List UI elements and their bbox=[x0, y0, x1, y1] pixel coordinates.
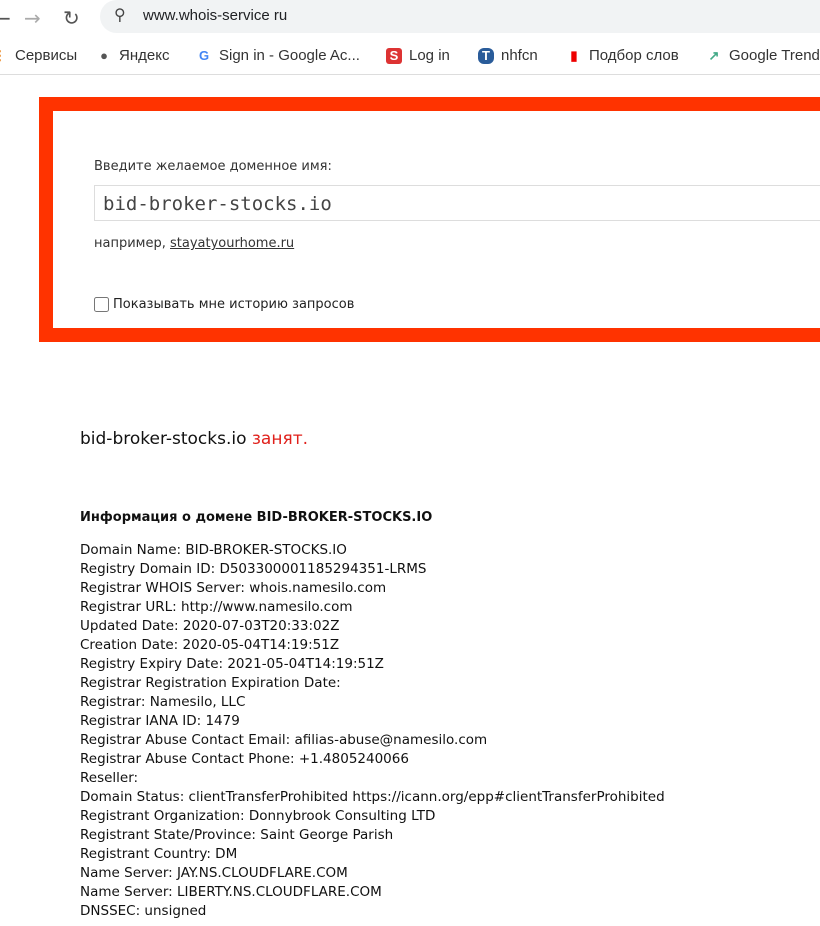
forward-icon[interactable]: → bbox=[24, 6, 41, 30]
address-bar[interactable]: ⚲ www.whois-service ru bbox=[100, 0, 820, 33]
whois-line: Domain Status: clientTransferProhibited … bbox=[80, 789, 665, 805]
whois-line: Creation Date: 2020-05-04T14:19:51Z bbox=[80, 637, 340, 653]
whois-line: Registrant Country: DM bbox=[80, 846, 238, 862]
search-icon: ⚲ bbox=[114, 5, 126, 24]
whois-record: Domain Name: BID-BROKER-STOCKS.IO Registr… bbox=[80, 541, 665, 921]
bookmark-google-trends[interactable]: ↗ Google Trends bbox=[706, 47, 820, 64]
whois-line: Updated Date: 2020-07-03T20:33:02Z bbox=[80, 618, 340, 634]
search-form: Введите желаемое доменное имя: bid-broke… bbox=[39, 97, 820, 342]
site-icon: S bbox=[386, 47, 402, 64]
whois-line: Registrar Abuse Contact Email: afilias-a… bbox=[80, 732, 488, 748]
example-link[interactable]: stayatyourhome.ru bbox=[170, 236, 294, 251]
bookmark-login[interactable]: S Log in bbox=[386, 47, 450, 64]
whois-line: Registry Expiry Date: 2021-05-04T14:19:5… bbox=[80, 656, 384, 672]
whois-line: Registrant State/Province: Saint George … bbox=[80, 827, 394, 843]
whois-line: Registry Domain ID: D503300001185294351-… bbox=[80, 561, 427, 577]
domain-label: Введите желаемое доменное имя: bbox=[94, 159, 332, 174]
whois-line: Registrar Abuse Contact Phone: +1.480524… bbox=[80, 751, 409, 767]
bookmarks-bar: ⋮ Сервисы ● Яндекс G Sign in - Google Ac...… bbox=[0, 38, 820, 75]
status-badge: занят. bbox=[251, 429, 308, 449]
apps-icon: ⋮ bbox=[0, 47, 7, 63]
whois-line: Name Server: JAY.NS.CLOUDFLARE.COM bbox=[80, 865, 348, 881]
history-checkbox[interactable] bbox=[94, 297, 109, 312]
google-icon: G bbox=[198, 47, 210, 63]
bookmark-google-signin[interactable]: G Sign in - Google Ac... bbox=[196, 47, 360, 64]
shield-icon: T bbox=[478, 47, 494, 64]
whois-line: Registrar: Namesilo, LLC bbox=[80, 694, 246, 710]
whois-line: Registrar WHOIS Server: whois.namesilo.c… bbox=[80, 580, 387, 596]
domain-input[interactable]: bid-broker-stocks.io bbox=[94, 185, 820, 221]
whois-line: Registrar URL: http://www.namesilo.com bbox=[80, 599, 353, 615]
whois-line: Registrar IANA ID: 1479 bbox=[80, 713, 240, 729]
result-status: bid-broker-stocks.io занят. bbox=[80, 429, 308, 449]
browser-toolbar: ← → ↻ ⚲ www.whois-service ru bbox=[0, 0, 820, 38]
bookmark-services[interactable]: ⋮ Сервисы bbox=[0, 47, 77, 64]
whois-line: Registrar Registration Expiration Date: bbox=[80, 675, 341, 691]
whois-line: DNSSEC: unsigned bbox=[80, 903, 207, 919]
history-checkbox-row[interactable]: Показывать мне историю запросов bbox=[94, 297, 354, 312]
bar-chart-icon: ▮ bbox=[570, 47, 578, 63]
bookmark-wordstat[interactable]: ▮ Подбор слов bbox=[566, 47, 678, 64]
bookmark-yandex[interactable]: ● Яндекс bbox=[96, 47, 169, 64]
trends-icon: ↗ bbox=[708, 47, 720, 63]
whois-line: Registrant Organization: Donnybrook Cons… bbox=[80, 808, 436, 824]
reload-icon[interactable]: ↻ bbox=[63, 6, 80, 30]
globe-icon: ● bbox=[100, 47, 108, 63]
info-heading: Информация о домене BID-BROKER-STOCKS.IO bbox=[80, 510, 433, 525]
whois-line: Name Server: LIBERTY.NS.CLOUDFLARE.COM bbox=[80, 884, 382, 900]
whois-line: Domain Name: BID-BROKER-STOCKS.IO bbox=[80, 542, 347, 558]
example-text: например, stayatyourhome.ru bbox=[94, 236, 295, 251]
url-text[interactable]: www.whois-service ru bbox=[143, 7, 287, 24]
whois-line: Reseller: bbox=[80, 770, 139, 786]
back-icon[interactable]: ← bbox=[0, 6, 11, 30]
bookmark-nhfcn[interactable]: Tnhfcn bbox=[478, 47, 538, 64]
